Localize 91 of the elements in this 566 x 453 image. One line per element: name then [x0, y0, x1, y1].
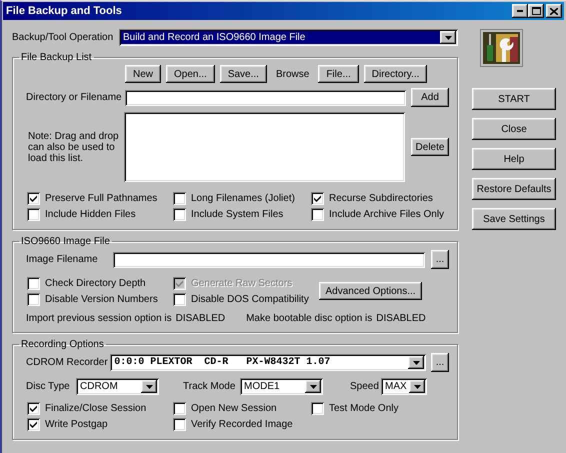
field-label: Speed: [350, 381, 380, 392]
checkbox[interactable]: [27, 208, 40, 220]
advanced-options-button[interactable]: Advanced Options...: [319, 282, 422, 300]
checkbox[interactable]: [311, 208, 324, 220]
checkbox[interactable]: [173, 402, 186, 414]
caret-icon: [414, 384, 420, 388]
checkbox-label: Disable Version Numbers: [45, 294, 158, 304]
status-value: DISABLED: [376, 312, 426, 324]
status-value: DISABLED: [176, 312, 226, 324]
checkbox[interactable]: [173, 208, 186, 220]
checkbox[interactable]: [27, 192, 40, 204]
field-label: Disc Type: [26, 381, 71, 392]
checkbox[interactable]: [27, 292, 40, 306]
checkbox-label: Check Directory Depth: [45, 278, 146, 288]
toolbar-button[interactable]: File...: [318, 65, 359, 83]
caret-icon: [310, 384, 316, 388]
check-icon: [314, 194, 321, 202]
file-list[interactable]: [124, 112, 406, 182]
side-button[interactable]: Save Settings: [472, 208, 556, 230]
side-button[interactable]: Help: [472, 148, 556, 170]
checkbox-label: Include System Files: [191, 208, 284, 220]
delete-button[interactable]: Delete: [411, 138, 449, 156]
checkbox-label: Recurse Subdirectories: [329, 192, 433, 204]
path-input[interactable]: [125, 90, 406, 106]
checkbox-label: Finalize/Close Session: [45, 402, 146, 414]
dropdown-button[interactable]: [440, 31, 456, 44]
toolbar-button[interactable]: New: [125, 65, 162, 83]
checkbox-label: Long Filenames (Joliet): [191, 192, 295, 204]
minimize-icon: [517, 10, 523, 12]
add-button[interactable]: Add: [411, 88, 449, 107]
dropdown[interactable]: MAX: [381, 378, 427, 395]
caret-icon: [444, 36, 452, 40]
checkbox[interactable]: [311, 192, 324, 204]
status-label: Import previous session option is: [26, 312, 172, 324]
side-button[interactable]: Close: [472, 118, 556, 140]
note-text: Note: Drag and drop can also be used to load this list.: [27, 130, 120, 164]
field-label: Directory or Filename: [25, 92, 123, 103]
maximize-icon: [532, 7, 540, 15]
checkbox[interactable]: [27, 418, 40, 430]
check-icon: [30, 420, 37, 428]
check-icon: [176, 280, 183, 286]
browse-label: Browse: [276, 68, 310, 80]
field-label: Backup/Tool Operation: [12, 32, 114, 43]
checkbox-label: Include Archive Files Only: [329, 208, 444, 220]
browse-button[interactable]: ...: [431, 250, 449, 269]
browse-button[interactable]: ...: [431, 353, 449, 372]
status-label: Make bootable disc option is: [246, 312, 372, 324]
tools-icon: [480, 29, 523, 67]
checkbox[interactable]: [173, 418, 186, 430]
dropdown[interactable]: 0:0:0 PLEXTOR CD-R PX-W8432T 1.07: [110, 354, 426, 371]
dropdown[interactable]: Build and Record an ISO9660 Image File: [119, 29, 458, 46]
checkbox-label: Include Hidden Files: [45, 208, 136, 220]
checkbox[interactable]: [311, 402, 324, 414]
maximize-button[interactable]: [528, 4, 544, 18]
check-icon: [30, 404, 37, 412]
side-button[interactable]: Restore Defaults: [472, 178, 556, 200]
caret-icon: [412, 360, 420, 364]
side-button[interactable]: START: [472, 88, 556, 110]
toolbar-button[interactable]: Open...: [166, 65, 215, 83]
check-icon: [30, 194, 37, 202]
checkbox-label: Test Mode Only: [329, 402, 398, 414]
dropdown-button[interactable]: [305, 380, 321, 393]
checkbox-label: Open New Session: [191, 402, 277, 414]
dropdown-button[interactable]: [409, 380, 425, 393]
minimize-button[interactable]: [512, 4, 528, 18]
caret-icon: [146, 384, 152, 388]
group-title: File Backup List: [20, 52, 93, 63]
close-icon: [550, 8, 558, 14]
toolbar-button[interactable]: Directory...: [364, 65, 428, 83]
checkbox[interactable]: [173, 192, 186, 204]
field-label: Track Mode: [183, 381, 236, 392]
window-title: File Backup and Tools: [6, 5, 123, 17]
field-label: CDROM Recorder: [25, 357, 109, 368]
checkbox[interactable]: [173, 292, 186, 306]
image-filename-input[interactable]: [113, 252, 426, 268]
checkbox[interactable]: [27, 402, 40, 414]
dropdown[interactable]: CDROM: [76, 378, 159, 395]
checkbox-label: Preserve Full Pathnames: [45, 192, 158, 204]
group-title: Recording Options: [20, 339, 105, 350]
checkbox-label: Write Postgap: [45, 418, 108, 430]
dropdown-button[interactable]: [408, 356, 424, 369]
checkbox-label: Verify Recorded Image: [191, 418, 293, 430]
checkbox-label: Generate Raw Sectors: [191, 278, 292, 288]
checkbox[interactable]: [27, 276, 40, 290]
field-label: Image Filename: [25, 254, 99, 265]
group-title: ISO9660 Image File: [20, 236, 111, 247]
dropdown-button[interactable]: [141, 380, 157, 393]
dropdown[interactable]: MODE1: [240, 378, 323, 395]
close-button[interactable]: [546, 4, 562, 18]
checkbox-label: Disable DOS Compatibility: [191, 294, 309, 304]
toolbar-button[interactable]: Save...: [220, 65, 267, 83]
